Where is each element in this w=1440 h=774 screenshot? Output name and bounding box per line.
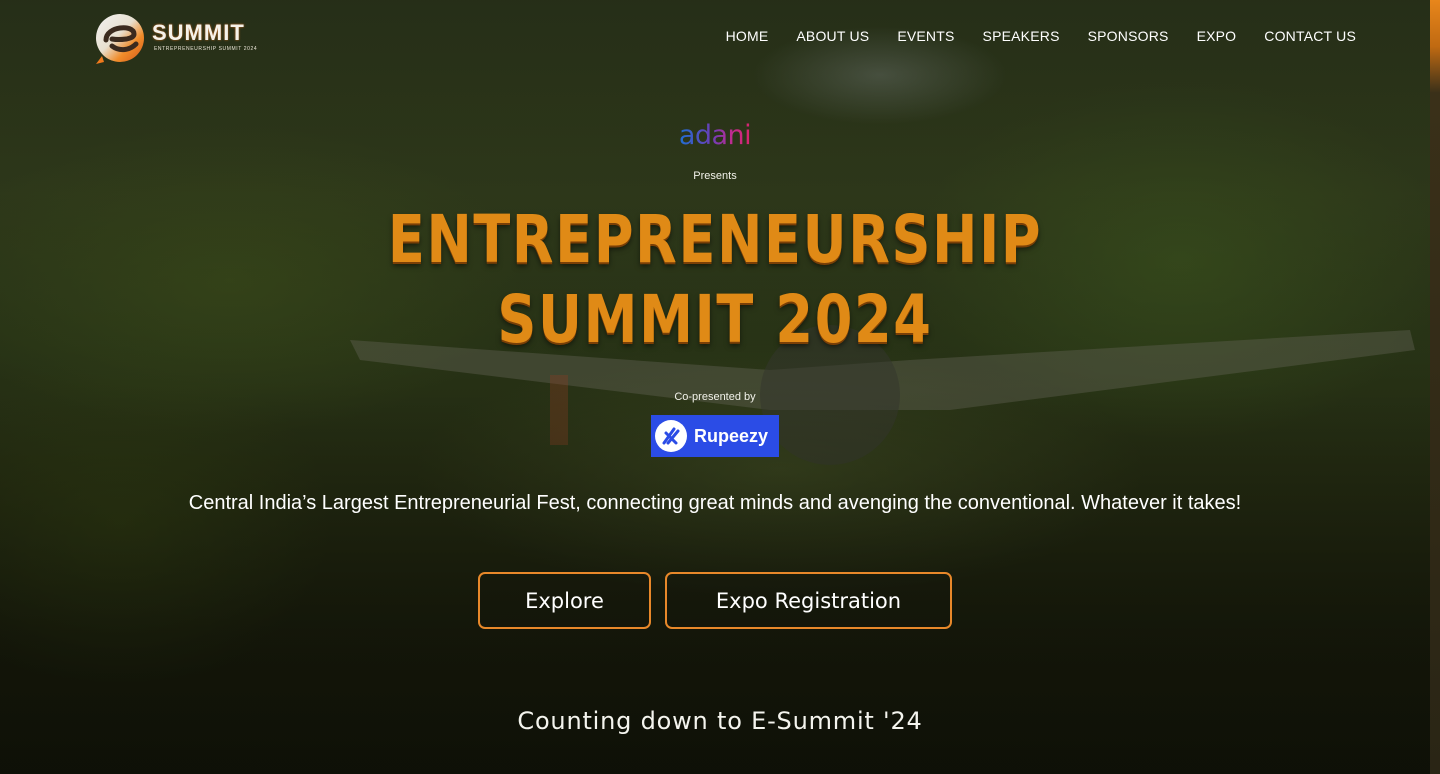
nav-speakers[interactable]: SPEAKERS [983, 28, 1060, 44]
adani-logo-text: adani [678, 120, 752, 151]
hero-tagline: Central India’s Largest Entrepreneurial … [188, 492, 1242, 514]
page: SUMMIT ENTREPRENEURSHIP SUMMIT 2024 HOME… [0, 0, 1440, 774]
logo-tagline: ENTREPRENEURSHIP SUMMIT 2024 [154, 46, 258, 52]
presents-label: Presents [693, 170, 737, 182]
rupeezy-logo: Rupeezy [651, 415, 779, 457]
nav-expo[interactable]: EXPO [1197, 28, 1237, 44]
co-presented-label: Co-presented by [674, 391, 756, 403]
adani-logo: adani [0, 120, 1430, 151]
expo-registration-button[interactable]: Expo Registration [665, 572, 952, 629]
nav-sponsors[interactable]: SPONSORS [1088, 28, 1169, 44]
countdown-heading: Counting down to E-Summit '24 [517, 707, 923, 735]
rupeezy-icon [655, 420, 687, 452]
nav-about-us[interactable]: ABOUT US [796, 28, 869, 44]
headline-line-2: SUMMIT 2024 [497, 281, 933, 358]
dark-overlay [0, 0, 1440, 774]
logo-wordmark: SUMMIT [152, 20, 245, 45]
nav-home[interactable]: HOME [726, 28, 769, 44]
nav-events[interactable]: EVENTS [897, 28, 954, 44]
headline-line-1: ENTREPRENEURSHIP [387, 201, 1043, 278]
nav-contact-us[interactable]: CONTACT US [1264, 28, 1356, 44]
esummit-logo[interactable]: SUMMIT ENTREPRENEURSHIP SUMMIT 2024 [90, 6, 257, 68]
rupeezy-wordmark: Rupeezy [694, 425, 769, 446]
main-nav: HOME ABOUT US EVENTS SPEAKERS SPONSORS E… [726, 28, 1356, 44]
hero-headline: ENTREPRENEURSHIP SUMMIT 2024 [129, 200, 1302, 360]
esummit-e-icon [96, 14, 144, 64]
scrollbar-accent [1430, 0, 1440, 774]
explore-button[interactable]: Explore [478, 572, 651, 629]
